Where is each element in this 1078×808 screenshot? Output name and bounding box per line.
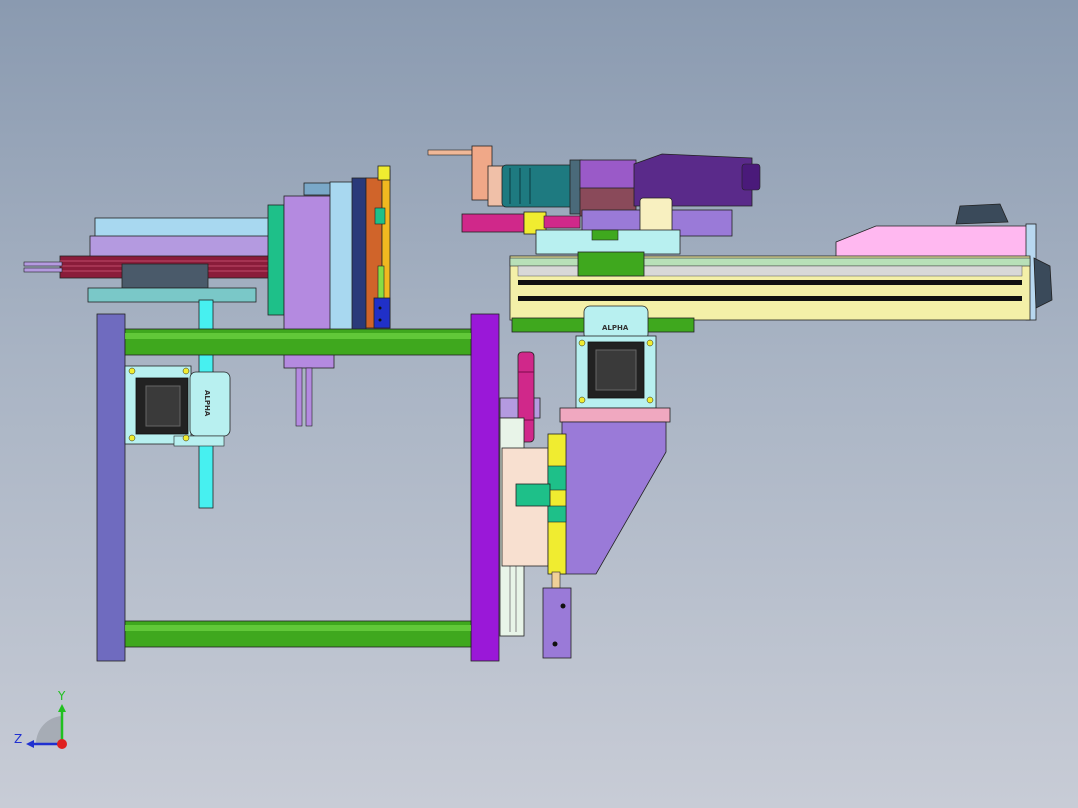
- left-servo-motor: ALPHA: [124, 365, 231, 447]
- rail-top: [124, 328, 472, 356]
- frame-post-left: [96, 313, 126, 662]
- motor-label-right: ALPHA: [602, 324, 629, 332]
- rail-bottom: [124, 620, 472, 648]
- spindle-assembly: [427, 145, 761, 255]
- assembly-drawing: ALPHA ALPHA Y Z: [14, 145, 1053, 749]
- gripper-stack: [499, 351, 572, 659]
- cad-viewport[interactable]: ALPHA ALPHA Y Z: [0, 0, 1078, 808]
- triad-z-label: Z: [14, 732, 22, 746]
- frame-post-right: [470, 313, 500, 662]
- support-bracket: [561, 421, 667, 575]
- motor-label-left: ALPHA: [203, 390, 211, 417]
- left-cylinder-assembly: [23, 204, 285, 316]
- center-vertical-module: [283, 165, 391, 427]
- triad-y-label: Y: [57, 689, 66, 703]
- coordinate-triad-icon: Y Z: [14, 689, 67, 749]
